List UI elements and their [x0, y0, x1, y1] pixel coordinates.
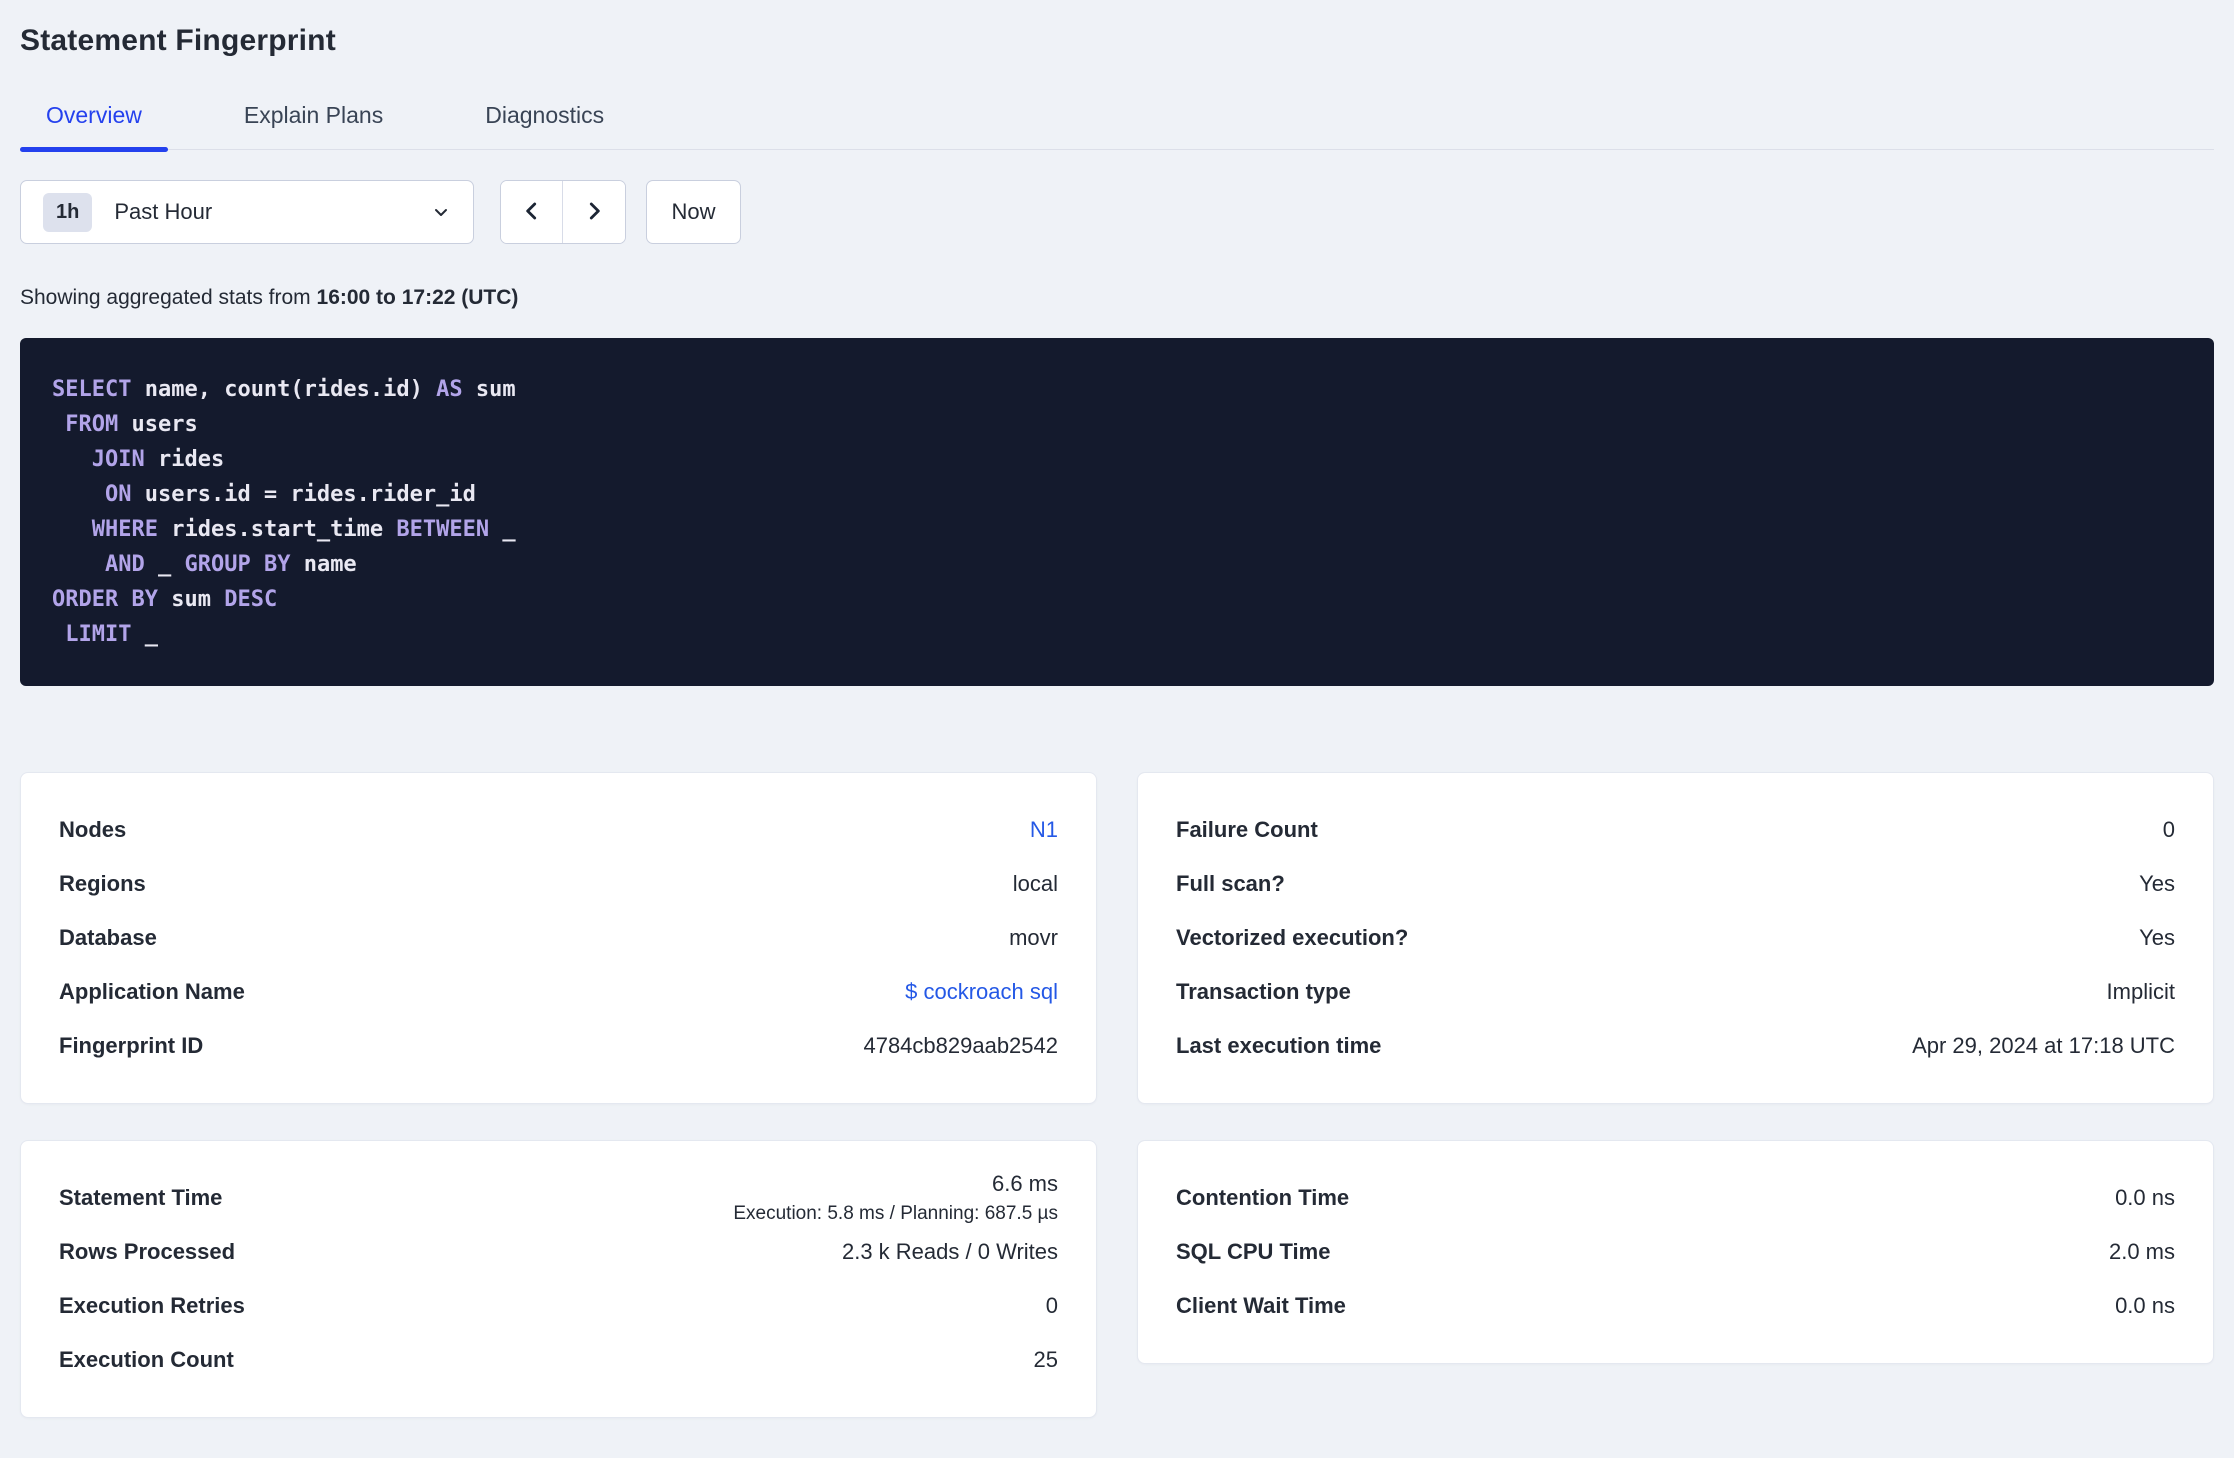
sql-line: ORDER BY sum DESC [52, 587, 278, 612]
info-row: Transaction type Implicit [1176, 965, 2175, 1019]
sql-line: LIMIT _ [65, 622, 158, 647]
aggregated-stats-line: Showing aggregated stats from 16:00 to 1… [20, 286, 2214, 310]
info-row-value: 2.0 ms [2108, 1239, 2175, 1264]
info-row: Full scan? Yes [1176, 857, 2175, 911]
next-time-window-button[interactable] [563, 181, 625, 243]
info-row-value-link[interactable]: $ cockroach sql [905, 979, 1058, 1004]
aggregated-stats-prefix: Showing aggregated stats from [20, 286, 317, 309]
info-row-subtext: Execution: 5.8 ms / Planning: 687.5 µs [733, 1203, 1058, 1224]
info-row-value: 6.6 ms [991, 1171, 1058, 1196]
info-row-value: 2.3 k Reads / 0 Writes [841, 1239, 1058, 1264]
tab-bar: Overview Explain Plans Diagnostics [20, 102, 2214, 152]
info-row: SQL CPU Time 2.0 ms [1176, 1225, 2175, 1279]
info-row: Fingerprint ID 4784cb829aab2542 [59, 1019, 1058, 1073]
info-row-value: 0 [1045, 1293, 1058, 1318]
resource-times-card: Contention Time 0.0 ns SQL CPU Time 2.0 ms C… [1137, 1140, 2214, 1364]
info-row: Database movr [59, 911, 1058, 965]
execution-attributes-card: Failure Count 0 Full scan? Yes Vectorized ex… [1137, 772, 2214, 1104]
info-row-value: Yes [2139, 871, 2175, 896]
info-row-label: Application Name [59, 979, 245, 1004]
info-row-value: 25 [1033, 1347, 1058, 1372]
info-row: Nodes N1 [59, 803, 1058, 857]
info-row: Vectorized execution? Yes [1176, 911, 2175, 965]
info-row: Regions local [59, 857, 1058, 911]
info-row-label: Failure Count [1176, 817, 1318, 842]
page-title: Statement Fingerprint [20, 24, 336, 57]
sql-line: WHERE rides.start_time BETWEEN _ [91, 517, 516, 542]
info-row-value: 4784cb829aab2542 [863, 1033, 1058, 1058]
time-interval-badge: 1h [43, 192, 93, 232]
sql-statement-text: SELECT name, count(rides.id) AS sum FROM… [52, 372, 2182, 652]
info-row-label: Database [59, 925, 157, 950]
time-controls: 1h Past Hour Now [20, 180, 2214, 244]
info-row: Statement Time 6.6 ms Execution: 5.8 ms / … [59, 1171, 1058, 1225]
sql-line: ON users.id = rides.rider_id [104, 482, 476, 507]
sql-line: FROM users [65, 412, 198, 437]
info-row-label: Transaction type [1176, 979, 1351, 1004]
tab-explain-plans[interactable]: Explain Plans [218, 102, 409, 149]
info-row-label: Client Wait Time [1176, 1293, 1346, 1318]
info-row-value: 0.0 ns [2115, 1293, 2175, 1318]
info-row-value-link[interactable]: N1 [1030, 817, 1058, 842]
info-row-value: movr [1009, 925, 1058, 950]
info-row-label: Statement Time [59, 1185, 223, 1210]
sql-line: JOIN rides [91, 447, 225, 472]
previous-time-window-button[interactable] [501, 181, 563, 243]
statement-times-card: Statement Time 6.6 ms Execution: 5.8 ms / … [20, 1140, 1097, 1418]
chevron-left-icon [519, 198, 545, 227]
info-row: Execution Count 25 [59, 1333, 1058, 1387]
chevron-down-icon [429, 200, 453, 224]
info-row-label: Rows Processed [59, 1239, 236, 1264]
time-range-select[interactable]: 1h Past Hour [20, 180, 474, 244]
info-row-label: Nodes [59, 817, 127, 842]
info-row-label: Execution Retries [59, 1293, 245, 1318]
sql-line: AND _ GROUP BY name [104, 552, 357, 577]
info-row-value: 0 [2162, 817, 2175, 842]
info-row-label: SQL CPU Time [1176, 1239, 1331, 1264]
sql-line: SELECT name, count(rides.id) AS sum [52, 377, 516, 402]
info-row: Contention Time 0.0 ns [1176, 1171, 2175, 1225]
chevron-right-icon [581, 198, 607, 227]
info-row: Rows Processed 2.3 k Reads / 0 Writes [59, 1225, 1058, 1279]
summary-cards: Nodes N1 Regions local Database movr Applicati… [20, 772, 2214, 1418]
tab-overview[interactable]: Overview [20, 102, 168, 152]
info-row-label: Last execution time [1176, 1033, 1382, 1058]
aggregated-stats-range: 16:00 to 17:22 (UTC) [316, 286, 519, 309]
now-button[interactable]: Now [646, 180, 741, 244]
time-window-nav [500, 180, 626, 244]
info-row-label: Regions [59, 871, 146, 896]
info-row: Client Wait Time 0.0 ns [1176, 1279, 2175, 1333]
info-row-value: Implicit [2106, 979, 2175, 1004]
info-row-value: Apr 29, 2024 at 17:18 UTC [1912, 1033, 2175, 1058]
info-row-label: Contention Time [1176, 1185, 1350, 1210]
info-row-label: Full scan? [1176, 871, 1285, 896]
info-row-label: Fingerprint ID [59, 1033, 204, 1058]
sql-statement-box: SELECT name, count(rides.id) AS sum FROM… [20, 338, 2214, 686]
info-row-value: 0.0 ns [2115, 1185, 2175, 1210]
statement-details-card: Nodes N1 Regions local Database movr Applicati… [20, 772, 1097, 1104]
info-row: Execution Retries 0 [59, 1279, 1058, 1333]
info-row: Last execution time Apr 29, 2024 at 17:18… [1176, 1019, 2175, 1073]
info-row: Failure Count 0 [1176, 803, 2175, 857]
tab-diagnostics[interactable]: Diagnostics [459, 102, 630, 149]
info-row: Application Name $ cockroach sql [59, 965, 1058, 1019]
info-row-value: local [1012, 871, 1058, 896]
statement-fingerprint-page: Statement Fingerprint Overview Explain P… [0, 0, 2234, 1418]
info-row-label: Execution Count [59, 1347, 234, 1372]
time-range-label: Past Hour [114, 199, 213, 224]
info-row-value: Yes [2139, 925, 2175, 950]
info-row-label: Vectorized execution? [1176, 925, 1409, 950]
